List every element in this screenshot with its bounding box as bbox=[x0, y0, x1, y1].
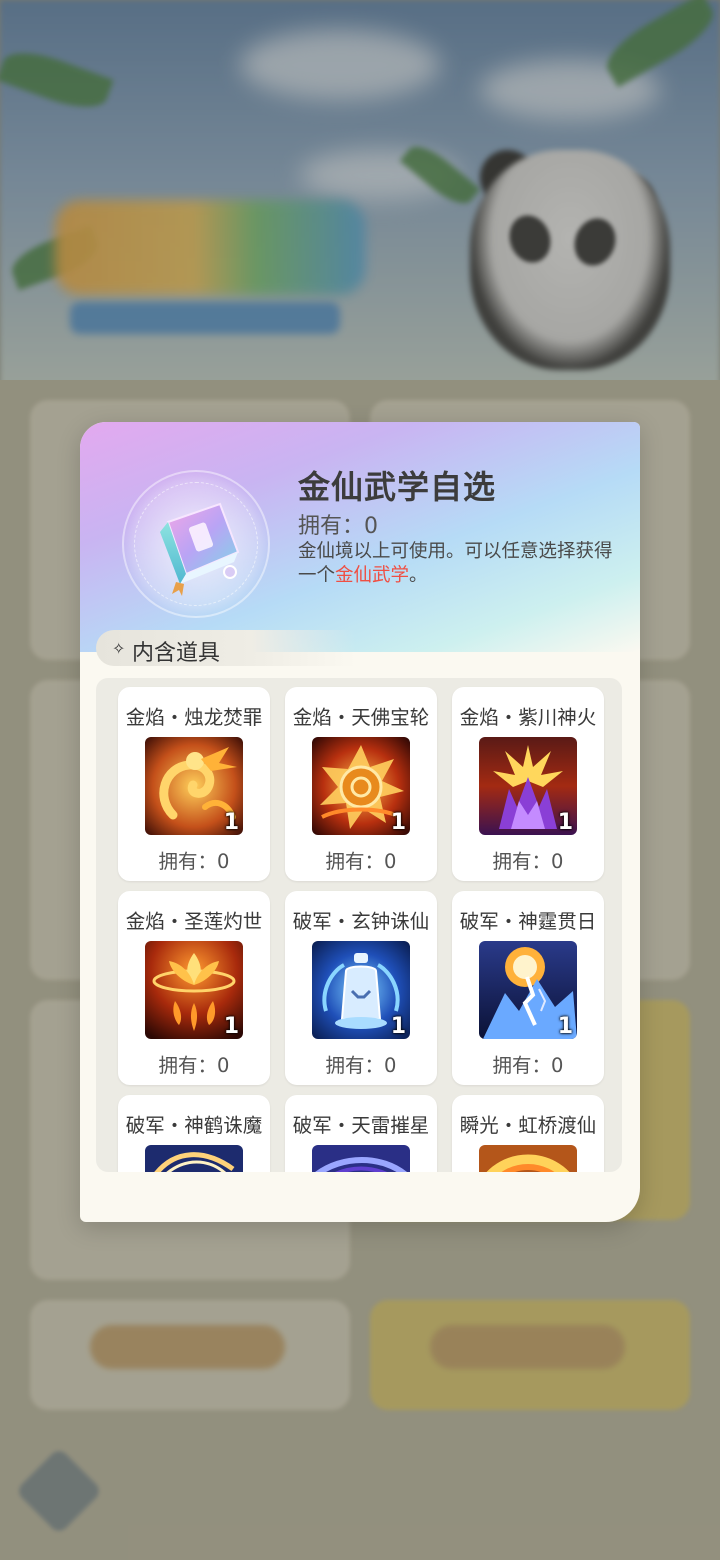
skill-book-icon bbox=[160, 502, 240, 596]
item-card-name: 金焰・紫川神火 bbox=[459, 706, 597, 729]
contained-items-grid[interactable]: 金焰・烛龙焚罪 1 拥有：0 金焰・天佛宝轮 1 拥有：0 金焰・紫川神火 1 … bbox=[96, 678, 622, 1172]
item-description: 金仙境以上可使用。可以任意选择获得一个金仙武学。 bbox=[298, 540, 628, 588]
item-card-name: 瞬光・虹桥渡仙 bbox=[459, 1114, 597, 1137]
item-card-name: 破军・天雷摧星 bbox=[292, 1114, 430, 1137]
section-label: 内含道具 bbox=[132, 641, 221, 666]
diamond-icon: ✧ bbox=[112, 639, 126, 658]
item-card-quantity: 1 bbox=[557, 810, 573, 835]
rainbow-bridge-icon bbox=[479, 1145, 577, 1172]
item-card-name: 金焰・烛龙焚罪 bbox=[125, 706, 263, 729]
item-card[interactable]: 金焰・天佛宝轮 1 拥有：0 bbox=[285, 687, 437, 881]
item-card-name: 破军・神霆贯日 bbox=[459, 910, 597, 933]
item-icon-frame bbox=[122, 470, 270, 618]
item-card-name: 破军・玄钟诛仙 bbox=[292, 910, 430, 933]
item-card-quantity: 1 bbox=[390, 810, 406, 835]
contained-items-section-header: ✧ 内含道具 bbox=[96, 630, 356, 666]
thunder-star-icon bbox=[312, 1145, 410, 1172]
item-title: 金仙武学自选 bbox=[298, 468, 497, 506]
item-card[interactable]: 金焰・烛龙焚罪 1 拥有：0 bbox=[118, 687, 270, 881]
buddha-wheel-icon: 1 bbox=[312, 737, 410, 835]
item-card-owned: 拥有：0 bbox=[325, 1054, 397, 1077]
item-card-quantity: 1 bbox=[223, 810, 239, 835]
item-card[interactable]: 金焰・圣莲灼世 1 拥有：0 bbox=[118, 891, 270, 1085]
item-card[interactable]: 瞬光・虹桥渡仙 bbox=[452, 1095, 604, 1172]
item-card-name: 金焰・圣莲灼世 bbox=[125, 910, 263, 933]
item-card-owned: 拥有：0 bbox=[492, 850, 564, 873]
item-card-owned: 拥有：0 bbox=[492, 1054, 564, 1077]
purple-flame-icon: 1 bbox=[479, 737, 577, 835]
item-card-owned: 拥有：0 bbox=[158, 850, 230, 873]
item-card-owned: 拥有：0 bbox=[158, 1054, 230, 1077]
item-card-quantity: 1 bbox=[223, 1014, 239, 1039]
item-card[interactable]: 破军・天雷摧星 bbox=[285, 1095, 437, 1172]
item-owned-count: 拥有：0 bbox=[298, 514, 378, 539]
item-card[interactable]: 破军・神鹤诛魔 bbox=[118, 1095, 270, 1172]
mystic-bell-icon: 1 bbox=[312, 941, 410, 1039]
item-card-name: 金焰・天佛宝轮 bbox=[292, 706, 430, 729]
description-suffix: 。 bbox=[409, 565, 428, 586]
description-highlight: 金仙武学 bbox=[335, 565, 410, 586]
thunder-sun-icon: 1 bbox=[479, 941, 577, 1039]
item-card-owned: 拥有：0 bbox=[325, 850, 397, 873]
crane-icon bbox=[145, 1145, 243, 1172]
item-card[interactable]: 破军・玄钟诛仙 1 拥有：0 bbox=[285, 891, 437, 1085]
item-card-quantity: 1 bbox=[557, 1014, 573, 1039]
item-card[interactable]: 破军・神霆贯日 1 拥有：0 bbox=[452, 891, 604, 1085]
item-card[interactable]: 金焰・紫川神火 1 拥有：0 bbox=[452, 687, 604, 881]
item-detail-modal: 金仙武学自选 拥有：0 金仙境以上可使用。可以任意选择获得一个金仙武学。 ✧ 内… bbox=[80, 422, 640, 1222]
item-card-name: 破军・神鹤诛魔 bbox=[125, 1114, 263, 1137]
golden-dragon-icon: 1 bbox=[145, 737, 243, 835]
item-card-quantity: 1 bbox=[390, 1014, 406, 1039]
holy-lotus-icon: 1 bbox=[145, 941, 243, 1039]
